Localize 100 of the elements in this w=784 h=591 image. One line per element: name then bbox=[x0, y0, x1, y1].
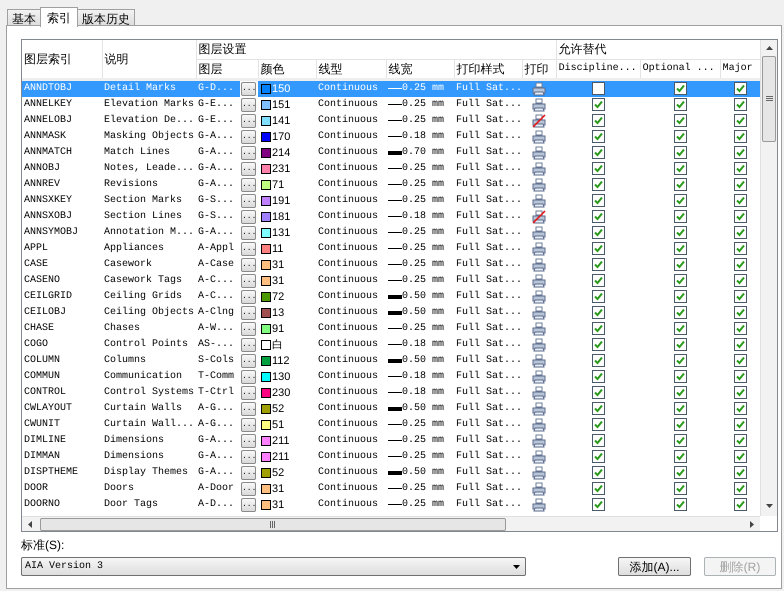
tab[interactable]: 基本 bbox=[7, 9, 41, 26]
checkbox[interactable] bbox=[674, 498, 687, 511]
checkbox[interactable] bbox=[592, 178, 605, 191]
column-header[interactable]: 图层 bbox=[196, 59, 258, 79]
checkbox[interactable] bbox=[734, 226, 747, 239]
checkbox[interactable] bbox=[734, 114, 747, 127]
checkbox[interactable] bbox=[674, 466, 687, 479]
checkbox[interactable] bbox=[734, 418, 747, 431]
printer-icon[interactable] bbox=[532, 498, 546, 512]
column-header[interactable]: 线宽 bbox=[386, 59, 454, 79]
horizontal-scrollbar[interactable] bbox=[22, 516, 760, 531]
printer-icon[interactable] bbox=[532, 466, 546, 480]
checkbox[interactable] bbox=[674, 146, 687, 159]
checkbox[interactable] bbox=[592, 98, 605, 111]
checkbox[interactable] bbox=[592, 450, 605, 463]
checkbox[interactable] bbox=[734, 466, 747, 479]
checkbox[interactable] bbox=[674, 274, 687, 287]
ellipsis-button[interactable]: ... bbox=[241, 418, 256, 432]
checkbox[interactable] bbox=[674, 130, 687, 143]
checkbox[interactable] bbox=[674, 258, 687, 271]
printer-icon[interactable] bbox=[532, 178, 546, 192]
checkbox[interactable] bbox=[592, 466, 605, 479]
printer-icon[interactable] bbox=[532, 290, 546, 304]
ellipsis-button[interactable]: ... bbox=[241, 130, 256, 144]
ellipsis-button[interactable]: ... bbox=[241, 338, 256, 352]
checkbox[interactable] bbox=[592, 370, 605, 383]
ellipsis-button[interactable]: ... bbox=[241, 354, 256, 368]
ellipsis-button[interactable]: ... bbox=[241, 82, 256, 96]
ellipsis-button[interactable]: ... bbox=[241, 162, 256, 176]
ellipsis-button[interactable]: ... bbox=[241, 450, 256, 464]
checkbox[interactable] bbox=[592, 194, 605, 207]
checkbox[interactable] bbox=[592, 498, 605, 511]
checkbox[interactable] bbox=[592, 322, 605, 335]
checkbox[interactable] bbox=[674, 226, 687, 239]
ellipsis-button[interactable]: ... bbox=[241, 242, 256, 256]
ellipsis-button[interactable]: ... bbox=[241, 386, 256, 400]
checkbox[interactable] bbox=[674, 338, 687, 351]
ellipsis-button[interactable]: ... bbox=[241, 402, 256, 416]
printer-icon[interactable] bbox=[532, 434, 546, 448]
tab[interactable]: 版本历史 bbox=[77, 9, 135, 26]
printer-icon[interactable] bbox=[532, 274, 546, 288]
standard-dropdown[interactable]: AIA Version 3 bbox=[21, 557, 526, 576]
checkbox[interactable] bbox=[592, 434, 605, 447]
checkbox[interactable] bbox=[674, 482, 687, 495]
scroll-up-icon[interactable] bbox=[766, 46, 773, 50]
checkbox[interactable] bbox=[734, 450, 747, 463]
printer-icon[interactable] bbox=[532, 482, 546, 496]
checkbox[interactable] bbox=[674, 418, 687, 431]
ellipsis-button[interactable]: ... bbox=[241, 322, 256, 336]
ellipsis-button[interactable]: ... bbox=[241, 226, 256, 240]
checkbox[interactable] bbox=[592, 386, 605, 399]
checkbox[interactable] bbox=[734, 306, 747, 319]
checkbox[interactable] bbox=[674, 354, 687, 367]
checkbox[interactable] bbox=[734, 130, 747, 143]
checkbox[interactable] bbox=[734, 482, 747, 495]
checkbox[interactable] bbox=[734, 370, 747, 383]
checkbox[interactable] bbox=[674, 82, 687, 95]
checkbox[interactable] bbox=[674, 194, 687, 207]
checkbox[interactable] bbox=[734, 498, 747, 511]
column-header[interactable]: Discipline... bbox=[556, 59, 640, 79]
checkbox[interactable] bbox=[734, 82, 747, 95]
checkbox[interactable] bbox=[674, 450, 687, 463]
checkbox[interactable] bbox=[592, 146, 605, 159]
ellipsis-button[interactable]: ... bbox=[241, 434, 256, 448]
printer-icon[interactable] bbox=[532, 306, 546, 320]
ellipsis-button[interactable]: ... bbox=[241, 210, 256, 224]
checkbox[interactable] bbox=[592, 130, 605, 143]
printer-icon[interactable] bbox=[532, 226, 546, 240]
checkbox[interactable] bbox=[734, 210, 747, 223]
crossed-printer-icon[interactable] bbox=[532, 114, 546, 128]
checkbox[interactable] bbox=[592, 306, 605, 319]
checkbox[interactable] bbox=[592, 274, 605, 287]
checkbox[interactable] bbox=[592, 258, 605, 271]
scroll-left-icon[interactable] bbox=[28, 521, 32, 528]
ellipsis-button[interactable]: ... bbox=[241, 290, 256, 304]
checkbox[interactable] bbox=[674, 98, 687, 111]
printer-icon[interactable] bbox=[532, 98, 546, 112]
printer-icon[interactable] bbox=[532, 370, 546, 384]
checkbox[interactable] bbox=[674, 402, 687, 415]
checkbox[interactable] bbox=[592, 242, 605, 255]
printer-icon[interactable] bbox=[532, 82, 546, 96]
checkbox[interactable] bbox=[592, 338, 605, 351]
column-header[interactable]: Optional ... bbox=[640, 59, 720, 79]
checkbox[interactable] bbox=[734, 194, 747, 207]
column-header[interactable]: 颜色 bbox=[258, 59, 316, 79]
ellipsis-button[interactable]: ... bbox=[241, 114, 256, 128]
checkbox[interactable] bbox=[734, 434, 747, 447]
checkbox[interactable] bbox=[592, 482, 605, 495]
checkbox[interactable] bbox=[734, 338, 747, 351]
ellipsis-button[interactable]: ... bbox=[241, 466, 256, 480]
printer-icon[interactable] bbox=[532, 354, 546, 368]
crossed-printer-icon[interactable] bbox=[532, 210, 546, 224]
ellipsis-button[interactable]: ... bbox=[241, 146, 256, 160]
printer-icon[interactable] bbox=[532, 258, 546, 272]
ellipsis-button[interactable]: ... bbox=[241, 482, 256, 496]
checkbox[interactable] bbox=[592, 402, 605, 415]
checkbox[interactable] bbox=[674, 386, 687, 399]
checkbox[interactable] bbox=[734, 386, 747, 399]
printer-icon[interactable] bbox=[532, 146, 546, 160]
checkbox[interactable] bbox=[674, 178, 687, 191]
